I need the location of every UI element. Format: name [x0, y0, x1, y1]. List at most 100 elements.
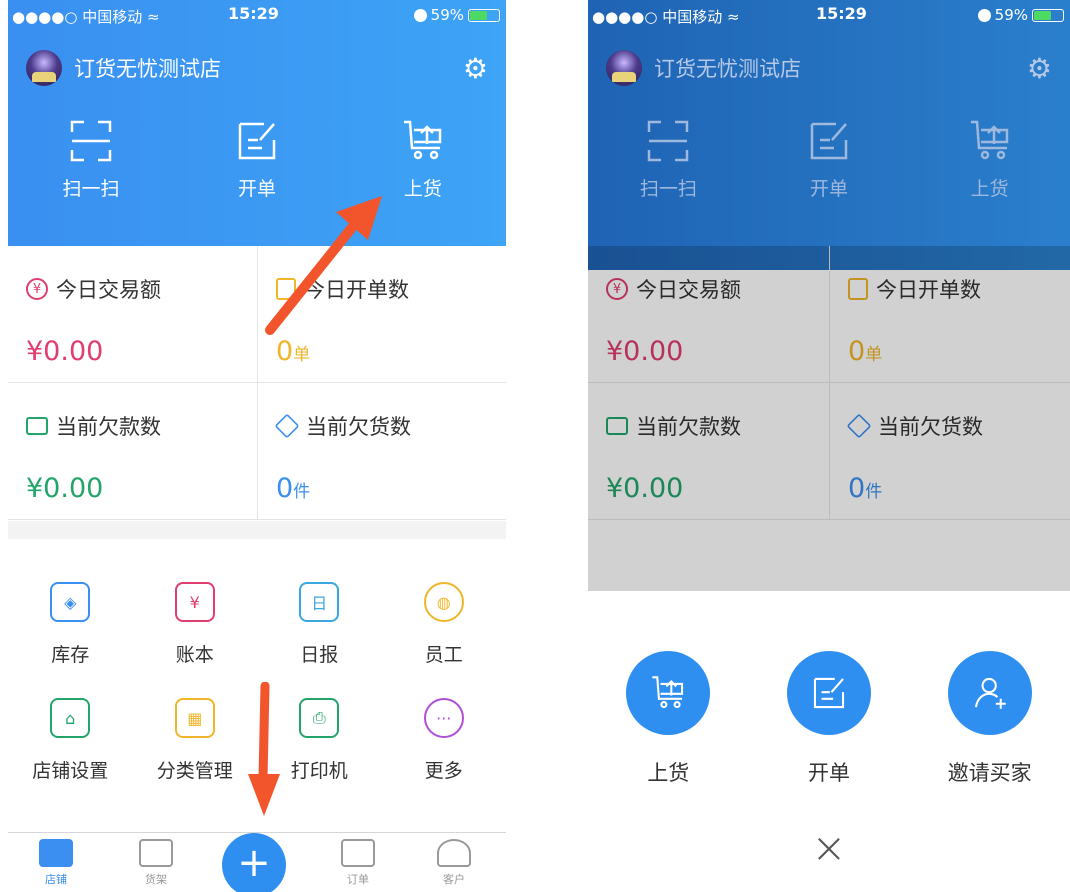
alarm-icon — [977, 8, 991, 22]
annotation-arrow — [265, 196, 382, 335]
cart-upload-icon — [403, 120, 442, 160]
shelf-icon — [139, 839, 173, 867]
tab-label: 店铺 — [45, 873, 67, 886]
tool-staff[interactable]: ◍ 员工 — [382, 582, 507, 667]
clock: 15:29 — [228, 4, 279, 23]
quick-actions: 扫一扫 开单 上货 — [8, 118, 506, 201]
category-icon: ▦ — [174, 698, 215, 738]
scan-button[interactable]: 扫一扫 — [8, 118, 174, 201]
store-settings-icon: ⌂ — [50, 698, 91, 738]
quick-actions: 扫一扫 开单 上货 — [588, 118, 1070, 201]
sheet-stock-up-button[interactable]: 上货 — [588, 651, 749, 787]
sheet-label: 开单 — [807, 761, 850, 785]
stat-unit: 单 — [293, 345, 311, 365]
stat-card[interactable]: ¥ 今日交易额 ¥0.00 — [8, 246, 257, 383]
edit-doc-icon — [238, 122, 276, 160]
clipboard-icon: 日 — [299, 582, 340, 622]
stock-up-label: 上货 — [970, 178, 1009, 200]
more-icon: ··· — [423, 698, 464, 738]
scan-icon — [648, 120, 689, 162]
printer-icon: ⎙ — [299, 698, 340, 738]
tab-bar: 店铺 货架 + 订单 客户 — [8, 832, 506, 892]
avatar — [606, 50, 642, 86]
tab-label: 货架 — [145, 873, 167, 886]
stock-up-button[interactable]: 上货 — [340, 118, 506, 201]
gear-icon[interactable]: ⚙ — [463, 52, 488, 85]
sheet-invite-buyer-button[interactable]: 邀请买家 — [909, 651, 1070, 787]
tab-label: 订单 — [347, 873, 369, 886]
tab-label: 客户 — [443, 873, 465, 886]
stat-card[interactable]: 当前欠款数 ¥0.00 — [8, 383, 257, 520]
tool-daily-report[interactable]: 日 日报 — [257, 582, 382, 667]
tool-label: 店铺设置 — [32, 760, 109, 782]
tool-label: 库存 — [51, 644, 90, 666]
stat-value: ¥0.00 — [26, 473, 104, 504]
tool-category[interactable]: ▦ 分类管理 — [133, 698, 258, 783]
header: ●●●●○ 中国移动 ≈ 15:29 59% 订货无忧测试店 ⚙ 扫一扫 开单 … — [8, 0, 506, 246]
alarm-icon — [413, 8, 427, 22]
scan-icon — [70, 120, 112, 162]
shop-row: 订货无忧测试店 — [606, 50, 801, 86]
stock-up-button: 上货 — [909, 118, 1070, 201]
stat-title: 当前欠货数 — [306, 415, 411, 439]
order-button[interactable]: 开单 — [174, 118, 340, 201]
tool-label: 账本 — [175, 644, 214, 666]
ledger-icon: ¥ — [174, 582, 215, 622]
order-label: 开单 — [809, 178, 848, 200]
tool-label: 日报 — [300, 644, 339, 666]
carrier-text: ●●●●○ 中国移动 ≈ — [592, 8, 740, 26]
stat-value: ¥0.00 — [26, 336, 104, 367]
stat-title: 当前欠款数 — [56, 415, 161, 439]
stat-title: 今日交易额 — [56, 278, 161, 302]
tab-store[interactable]: 店铺 — [26, 839, 86, 887]
close-icon[interactable]: × — [811, 823, 846, 872]
clock: 15:29 — [816, 4, 867, 23]
shop-row[interactable]: 订货无忧测试店 — [26, 50, 221, 86]
battery-percent: 59% — [994, 6, 1028, 24]
header: ●●●●○ 中国移动 ≈ 15:29 59% 订货无忧测试店 ⚙ 扫一扫 开单 … — [588, 0, 1070, 270]
stat-value: 0 — [276, 473, 294, 504]
stat-unit: 件 — [293, 482, 311, 502]
right-screen: ●●●●○ 中国移动 ≈ 15:29 59% 订货无忧测试店 ⚙ 扫一扫 开单 … — [588, 0, 1070, 892]
tool-label: 更多 — [424, 760, 463, 782]
tab-customers[interactable]: 客户 — [424, 839, 484, 887]
scan-label: 扫一扫 — [639, 178, 697, 200]
store-icon — [39, 839, 73, 867]
status-bar: ●●●●○ 中国移动 ≈ 15:29 59% — [588, 4, 1070, 28]
tool-label: 分类管理 — [156, 760, 233, 782]
battery-group: 59% — [413, 6, 500, 24]
sheet-label: 上货 — [647, 761, 690, 785]
add-button[interactable]: + — [222, 833, 286, 892]
cart-upload-icon — [970, 120, 1008, 160]
gear-icon: ⚙ — [1026, 52, 1052, 85]
overlay-dim[interactable] — [588, 246, 1070, 591]
staff-icon: ◍ — [423, 582, 464, 622]
cart-upload-icon — [626, 651, 711, 735]
stat-card[interactable]: 当前欠货数 0件 — [257, 383, 506, 520]
order-button: 开单 — [749, 118, 910, 201]
shop-name: 订货无忧测试店 — [74, 57, 221, 81]
tool-more[interactable]: ··· 更多 — [382, 698, 507, 783]
status-bar: ●●●●○ 中国移动 ≈ 15:29 59% — [8, 4, 506, 28]
stats-grid: ¥ 今日交易额 ¥0.00 今日开单数 0单 当前欠款数 ¥0.00 当前欠货数 … — [8, 246, 506, 521]
add-user-icon — [947, 651, 1032, 735]
carrier-text: ●●●●○ 中国移动 ≈ — [12, 8, 160, 26]
battery-group: 59% — [977, 6, 1064, 24]
avatar[interactable] — [26, 50, 62, 86]
tool-store-settings[interactable]: ⌂ 店铺设置 — [8, 698, 133, 783]
sheet-label: 邀请买家 — [947, 761, 1032, 785]
tab-shelf[interactable]: 货架 — [126, 839, 186, 887]
wallet-icon — [26, 417, 48, 435]
action-sheet: 上货 开单 邀请买家 × — [588, 591, 1070, 892]
sheet-order-button[interactable]: 开单 — [749, 651, 910, 787]
yen-icon: ¥ — [26, 278, 48, 300]
orders-icon — [341, 839, 375, 867]
battery-icon — [1032, 8, 1064, 22]
battery-percent: 59% — [430, 6, 464, 24]
tab-orders[interactable]: 订单 — [328, 839, 388, 887]
tool-inventory[interactable]: ◈ 库存 — [8, 582, 133, 667]
inventory-icon: ◈ — [50, 582, 91, 622]
tool-ledger[interactable]: ¥ 账本 — [133, 582, 258, 667]
box-icon — [274, 413, 300, 439]
scan-label: 扫一扫 — [62, 178, 120, 200]
